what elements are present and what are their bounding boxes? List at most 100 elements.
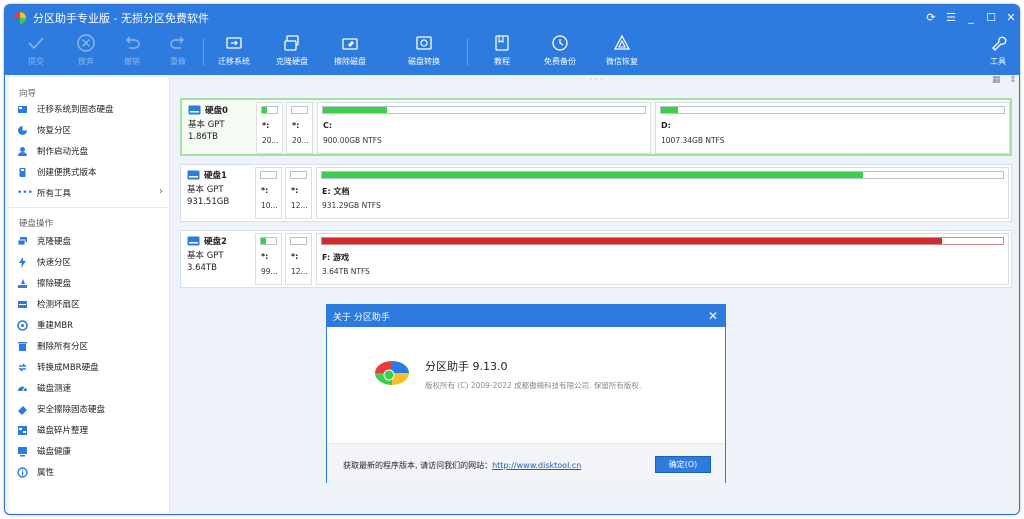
disk-row-2[interactable]: 硬盘2 基本 GPT 3.64TB *: 99... *: 12... F: 游…: [180, 230, 1012, 288]
disk-row-0[interactable]: 硬盘0 基本 GPT 1.86TB *: 20... *: 20... C: 9…: [180, 98, 1012, 156]
sidebar-item-migrate-ssd[interactable]: 迁移系统到固态硬盘: [17, 101, 167, 117]
dialog-close-icon[interactable]: ✕: [705, 305, 721, 327]
minimize-button[interactable]: _: [961, 5, 981, 30]
dialog-footer: 获取最新的程序版本, 请访问我们的网站：http://www.disktool.…: [327, 443, 725, 483]
undo-button[interactable]: 撤销: [109, 33, 155, 73]
sidebar-item-rebuild-mbr[interactable]: 重建MBR: [17, 317, 167, 333]
refresh-icon[interactable]: ⟳: [921, 5, 941, 30]
person-icon: [18, 146, 27, 156]
sidebar-item-portable[interactable]: 创建便携式版本: [17, 164, 167, 180]
partition-block[interactable]: *: 20...: [286, 102, 313, 154]
sidebar-item-disk-health[interactable]: 磁盘健康: [17, 443, 167, 459]
partition-block[interactable]: *: 99...: [255, 233, 282, 285]
convert-disk-icon: [416, 36, 432, 50]
disk-info: 硬盘1 基本 GPT 931.51GB: [187, 170, 230, 207]
partition-block[interactable]: *: 10...: [255, 167, 282, 219]
app-window: 分区助手专业版 - 无损分区免费软件 ⟳ ☰ _ ☐ ✕ 提交 放弃 撤销 重做…: [4, 4, 1020, 515]
sidebar-item-properties[interactable]: 属性: [17, 464, 167, 480]
ok-button[interactable]: 确定(O): [655, 456, 711, 473]
redo-button[interactable]: 重做: [155, 33, 201, 73]
website-prompt: 获取最新的程序版本, 请访问我们的网站：http://www.disktool.…: [343, 461, 582, 470]
triangle-logo-icon: [613, 34, 631, 50]
migrate-disk-icon: [226, 37, 242, 49]
partition-block[interactable]: *: 20...: [256, 102, 283, 154]
wipe-disk-button[interactable]: 擦除磁盘: [327, 33, 373, 73]
usage-fill: [323, 107, 388, 113]
disk-check-icon: [18, 300, 27, 308]
clone-disk-button[interactable]: 克隆硬盘: [269, 33, 315, 73]
partition-block-f[interactable]: F: 游戏 3.64TB NTFS: [316, 233, 1009, 285]
copyright-text: 版权所有 (C) 2009-2022 成都傲梅科技有限公司. 保留所有版权.: [425, 381, 642, 390]
clone-disk-icon: [284, 35, 299, 51]
usb-icon: [19, 167, 26, 177]
partition-block-c[interactable]: C: 900.00GB NTFS: [317, 102, 651, 154]
wipe-icon: [18, 278, 27, 288]
monitor-icon: [18, 446, 27, 456]
clone-icon: [17, 236, 27, 245]
tools-button[interactable]: 工具: [975, 33, 1019, 73]
convert-icon: [18, 363, 27, 371]
about-dialog: 关于 分区助手 ✕ 分区助手 9.13.0 版权所有 (C) 2009-2022…: [326, 304, 726, 483]
wizard-section-title: 向导: [19, 89, 37, 99]
partition-block[interactable]: *: 12...: [285, 233, 312, 285]
app-logo-icon: [14, 11, 26, 24]
title-bar: 分区助手专业版 - 无损分区免费软件 ⟳ ☰ _ ☐ ✕: [5, 5, 1019, 30]
window-title: 分区助手专业版 - 无损分区免费软件: [33, 11, 209, 25]
toolbar: 提交 放弃 撤销 重做 迁移系统 克隆硬盘 擦除磁盘 磁盘转换 教程 免费备份 …: [5, 30, 1019, 75]
sidebar-item-wipe-disk[interactable]: 擦除硬盘: [17, 275, 167, 291]
eraser-small-icon: [18, 405, 27, 415]
usage-fill: [661, 107, 679, 113]
discard-button[interactable]: 放弃: [63, 33, 109, 73]
sidebar-item-quick-partition[interactable]: 快速分区: [17, 254, 167, 270]
disk-icon: [187, 170, 200, 180]
menu-icon[interactable]: ☰: [941, 5, 961, 30]
speed-icon: [18, 386, 27, 391]
convert-disk-button[interactable]: 磁盘转换: [401, 33, 447, 73]
sidebar-item-defrag[interactable]: 磁盘碎片整理: [17, 422, 167, 438]
website-link[interactable]: http://www.disktool.cn: [492, 461, 581, 470]
wrench-icon: [992, 36, 1007, 51]
section-divider: [9, 207, 170, 208]
info-icon: [17, 466, 28, 478]
sidebar-item-recover-partition[interactable]: 恢复分区: [17, 122, 167, 138]
dialog-title: 关于 分区助手: [333, 312, 390, 323]
product-logo-icon: [375, 361, 409, 385]
recover-icon: [18, 125, 27, 135]
scroll-arrows-icon[interactable]: ⇕: [1009, 75, 1017, 85]
free-backup-button[interactable]: 免费备份: [537, 33, 583, 73]
toolbar-separator: [467, 38, 468, 66]
sidebar-item-delete-all[interactable]: 删除所有分区: [17, 338, 167, 354]
sidebar-item-bad-sector[interactable]: 检测坏扇区: [17, 296, 167, 312]
sidebar-item-clone-disk[interactable]: 克隆硬盘: [17, 233, 167, 249]
sidebar-item-boot-disc[interactable]: 制作启动光盘: [17, 143, 167, 159]
eraser-icon: [342, 38, 358, 50]
sidebar-item-convert-mbr[interactable]: 转换成MBR硬盘: [17, 359, 167, 375]
disk-info: 硬盘2 基本 GPT 3.64TB: [187, 236, 227, 273]
disk-ops-section-title: 硬盘操作: [19, 219, 54, 229]
wechat-recovery-button[interactable]: 微信恢复: [599, 33, 645, 73]
close-button[interactable]: ✕: [1001, 5, 1019, 30]
commit-button[interactable]: 提交: [13, 33, 59, 73]
sidebar: 向导 迁移系统到固态硬盘 恢复分区 制作启动光盘 创建便携式版本 ••• 所有工…: [9, 77, 170, 513]
usage-fill: [262, 107, 267, 113]
maximize-button[interactable]: ☐: [981, 5, 1001, 30]
sidebar-item-disk-speed[interactable]: 磁盘测速: [17, 380, 167, 396]
disk-row-1[interactable]: 硬盘1 基本 GPT 931.51GB *: 10... *: 12... E:…: [180, 164, 1012, 222]
defrag-icon: [18, 425, 27, 435]
disk-icon: [188, 105, 201, 115]
disk-icon: [187, 236, 200, 246]
migrate-os-button[interactable]: 迁移系统: [211, 33, 257, 73]
partition-block-d[interactable]: D: 1007.34GB NTFS: [655, 102, 1010, 154]
view-toggle-icon[interactable]: ▦: [992, 75, 1001, 85]
usage-fill: [322, 238, 942, 244]
tutorial-button[interactable]: 教程: [479, 33, 525, 73]
splitter-handle[interactable]: · · ·: [590, 75, 603, 84]
ssd-icon: [18, 105, 27, 113]
partition-block-e[interactable]: E: 文档 931.29GB NTFS: [316, 167, 1009, 219]
usage-fill: [261, 238, 266, 244]
sidebar-item-all-tools[interactable]: ••• 所有工具 ›: [17, 185, 167, 201]
chevron-right-icon: ›: [159, 186, 163, 197]
partition-block[interactable]: *: 12...: [285, 167, 312, 219]
sidebar-item-secure-erase[interactable]: 安全擦除固态硬盘: [17, 401, 167, 417]
more-dots-icon: •••: [17, 187, 33, 198]
